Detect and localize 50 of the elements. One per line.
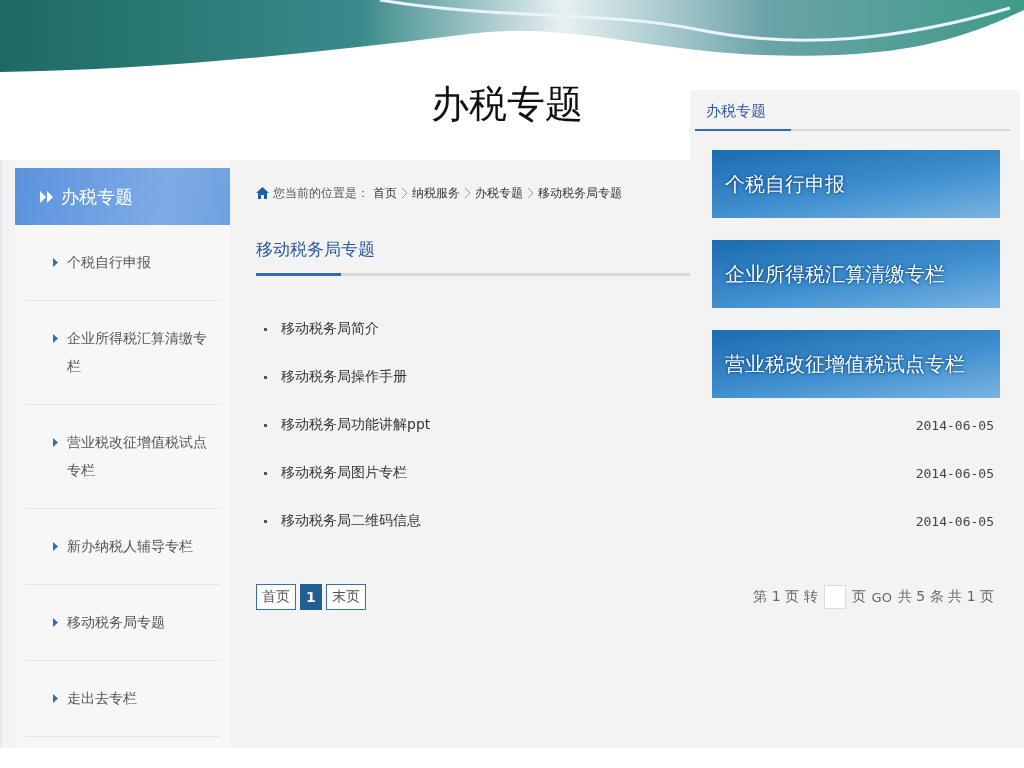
panel-title: 办税专题 — [705, 101, 767, 122]
breadcrumb-link[interactable]: 办税专题 — [475, 184, 523, 202]
go-button[interactable]: GO — [871, 589, 892, 605]
page-info: 页 — [851, 588, 866, 606]
sidebar-item[interactable]: 个税自行申报 — [25, 225, 220, 301]
article-link[interactable]: 移动税务局操作手册 — [281, 368, 407, 386]
article-date: 2014-06-05 — [915, 513, 994, 529]
caret-icon — [53, 694, 58, 703]
caret-icon — [53, 334, 58, 343]
caret-icon — [53, 258, 58, 267]
sidebar-header-label: 办税专题 — [61, 184, 133, 209]
sidebar-item[interactable]: 移动税务局专题 — [25, 585, 220, 661]
page-input-field[interactable] — [823, 585, 846, 609]
caret-icon — [53, 618, 58, 627]
article-date: 2014-06-05 — [915, 417, 994, 433]
breadcrumb-link[interactable]: 首页 — [373, 184, 397, 202]
page-button[interactable]: 末页 — [325, 584, 366, 610]
bullet-icon — [264, 519, 267, 523]
page-button[interactable]: 首页 — [256, 584, 296, 610]
section-title: 移动税务局专题 — [256, 238, 376, 261]
topic-banner[interactable]: 个税自行申报 — [712, 150, 1000, 218]
sidebar-item[interactable]: 新办纳税人辅导专栏 — [25, 509, 220, 585]
breadcrumb-link[interactable]: 纳税服务 — [412, 184, 460, 202]
article-link[interactable]: 移动税务局简介 — [281, 320, 379, 338]
article-link[interactable]: 移动税务局图片专栏 — [281, 464, 407, 482]
double-arrow-icon — [40, 190, 53, 203]
breadcrumb-link[interactable]: 移动税务局专题 — [538, 184, 622, 202]
chevron-icon — [401, 187, 408, 199]
chevron-icon — [527, 187, 534, 199]
caret-icon — [53, 438, 58, 447]
chevron-icon — [464, 187, 471, 199]
article-link[interactable]: 移动税务局二维码信息 — [281, 512, 421, 530]
topic-banner[interactable]: 企业所得税汇算清缴专栏 — [712, 240, 1000, 308]
slide-title: 办税专题 — [431, 82, 583, 127]
sidebar-item[interactable]: 营业税改征增值税试点专栏 — [25, 405, 220, 509]
total-info: 共 5 条 共 1 页 — [897, 588, 994, 606]
article-date: 2014-06-05 — [915, 465, 994, 481]
home-icon — [256, 187, 269, 199]
bullet-icon — [264, 375, 267, 379]
page-info: 第 1 页 转 — [753, 588, 818, 606]
breadcrumb-label: 您当前的位置是： — [273, 184, 369, 202]
caret-icon — [53, 542, 58, 551]
sidebar-item[interactable]: 走出去专栏 — [25, 661, 220, 737]
bullet-icon — [264, 471, 267, 475]
bullet-icon — [264, 327, 267, 331]
article-link[interactable]: 移动税务局功能讲解ppt — [281, 416, 431, 434]
bullet-icon — [264, 423, 267, 427]
topic-banner[interactable]: 营业税改征增值税试点专栏 — [712, 330, 1000, 398]
sidebar-item[interactable]: 企业所得税汇算清缴专栏 — [25, 301, 220, 405]
page-button[interactable]: 1 — [300, 584, 322, 610]
